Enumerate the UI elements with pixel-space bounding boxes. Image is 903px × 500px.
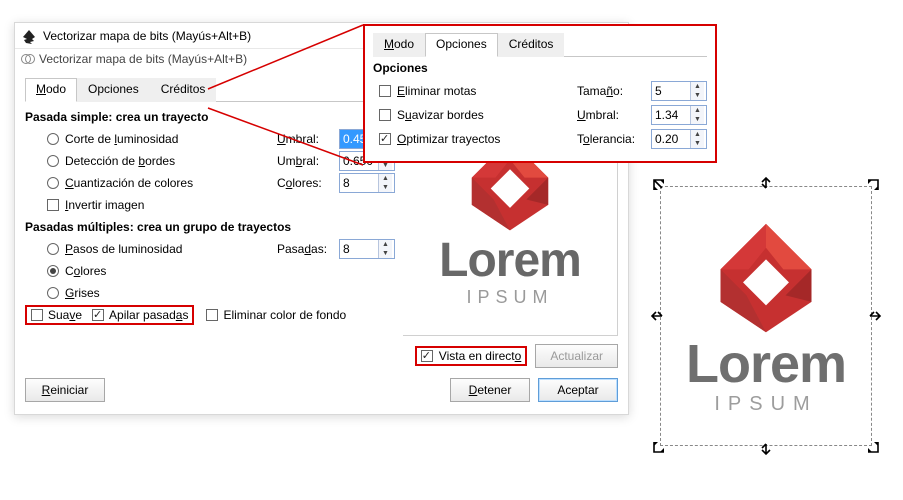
options-heading: Opciones [373,61,707,75]
input-colores-box: ▲▼ [339,173,395,193]
logo-lorem: Lorem [439,237,581,285]
modo-panel: Pasada simple: crea un trayecto Corte de… [25,106,395,336]
checkbox-smooth[interactable] [31,309,43,321]
canvas-selection: Lorem IPSUM [650,176,882,456]
checkbox-live-preview[interactable] [421,350,433,362]
docked-icon [21,52,35,66]
tab-creditos[interactable]: Créditos [150,78,217,102]
label-stack: Apilar pasadas [109,308,188,322]
input-tolerance[interactable] [652,130,690,148]
spinner-tolerance[interactable]: ▲▼ [690,130,704,148]
handle-sw[interactable] [652,440,666,454]
checkbox-stack[interactable] [92,309,104,321]
window-title: Vectorizar mapa de bits (Mayús+Alt+B) [43,23,251,49]
radio-colors[interactable] [47,265,59,277]
label-grays: Grises [65,286,395,300]
tab-opciones-label: Opciones [88,82,139,96]
radio-brightness-cutoff[interactable] [47,133,59,145]
input-pasadas-box: ▲▼ [339,239,395,259]
handle-e[interactable] [868,309,882,323]
spinner-pasadas[interactable]: ▲▼ [378,240,392,258]
handle-ne[interactable] [866,178,880,192]
handle-s[interactable] [759,442,773,456]
input-tolerance-box: ▲▼ [651,129,707,149]
input-threshold-opt-box: ▲▼ [651,105,707,125]
checkbox-optimize[interactable] [379,133,391,145]
canvas-logo: Lorem IPSUM [678,200,854,432]
multi-pass-heading: Pasadas múltiples: crea un grupo de tray… [25,220,395,234]
callout-tab-modo[interactable]: Modo [373,33,425,57]
input-size-box: ▲▼ [651,81,707,101]
handle-se[interactable] [866,440,880,454]
spinner-size[interactable]: ▲▼ [690,82,704,100]
input-threshold-opt[interactable] [652,106,690,124]
reset-button[interactable]: Reiniciar [25,378,105,402]
input-pasadas[interactable] [340,240,378,258]
label-speckles: Eliminar motas [397,84,476,98]
input-size[interactable] [652,82,690,100]
spinner-threshold-opt[interactable]: ▲▼ [690,106,704,124]
callout-tab-creditos[interactable]: Créditos [498,33,565,57]
tab-creditos-label: Créditos [161,82,206,96]
callout-tabbar: Modo Opciones Créditos [373,32,707,57]
label-umbral-2: Umbral: [277,154,335,168]
label-edge-detection: Detección de bordes [65,154,271,168]
canvas-logo-ipsum: IPSUM [714,393,817,416]
update-button[interactable]: Actualizar [535,344,618,368]
tab-modo-accel: M [36,82,46,96]
handle-nw[interactable] [652,178,666,192]
callout-tab-opciones[interactable]: Opciones [425,33,498,57]
label-smooth: Suave [48,308,82,322]
input-colores[interactable] [340,174,378,192]
single-pass-heading: Pasada simple: crea un trayecto [25,110,395,124]
checkbox-invert[interactable] [47,199,59,211]
radio-color-quant[interactable] [47,177,59,189]
checkbox-speckles[interactable] [379,85,391,97]
label-brightness-steps: Pasos de luminosidad [65,242,271,256]
label-brightness-cutoff: Corte de luminosidad [65,132,271,146]
radio-brightness-steps[interactable] [47,243,59,255]
canvas-logo-lorem: Lorem [686,337,846,391]
label-optimize: Optimizar trayectos [397,132,500,146]
tab-modo[interactable]: Modo [25,78,77,102]
tab-opciones[interactable]: Opciones [77,78,150,102]
checkbox-smooth-corners[interactable] [379,109,391,121]
checkbox-remove-bg[interactable] [206,309,218,321]
label-invert: Invertir imagen [65,198,395,212]
label-colores: Colores: [277,176,335,190]
label-umbral-1: Umbral: [277,132,335,146]
highlight-live-preview: Vista en directo [415,346,528,366]
inkscape-icon [21,28,37,44]
options-callout: Modo Opciones Créditos Opciones Eliminar… [363,24,717,163]
highlight-smooth-stack: Suave Apilar pasadas [25,305,194,325]
label-color-quant: Cuantización de colores [65,176,271,190]
canvas-logo-icon [701,217,831,337]
label-pasadas: Pasadas: [277,242,335,256]
radio-edge-detection[interactable] [47,155,59,167]
radio-grays[interactable] [47,287,59,299]
spinner-colores[interactable]: ▲▼ [378,174,392,192]
label-live-preview: Vista en directo [439,349,522,363]
panel-path-label: Vectorizar mapa de bits (Mayús+Alt+B) [39,52,247,66]
label-colors: Colores [65,264,395,278]
label-threshold-opt: Umbral: [577,108,651,122]
label-tolerance: Tolerancia: [577,132,651,146]
label-remove-bg: Eliminar color de fondo [223,308,346,322]
stop-button[interactable]: Detener [450,378,530,402]
handle-w[interactable] [650,309,664,323]
handle-n[interactable] [759,176,773,190]
label-smooth-corners: Suavizar bordes [397,108,484,122]
label-size: Tamaño: [577,84,651,98]
accept-button[interactable]: Aceptar [538,378,618,402]
logo-ipsum: IPSUM [439,287,581,308]
